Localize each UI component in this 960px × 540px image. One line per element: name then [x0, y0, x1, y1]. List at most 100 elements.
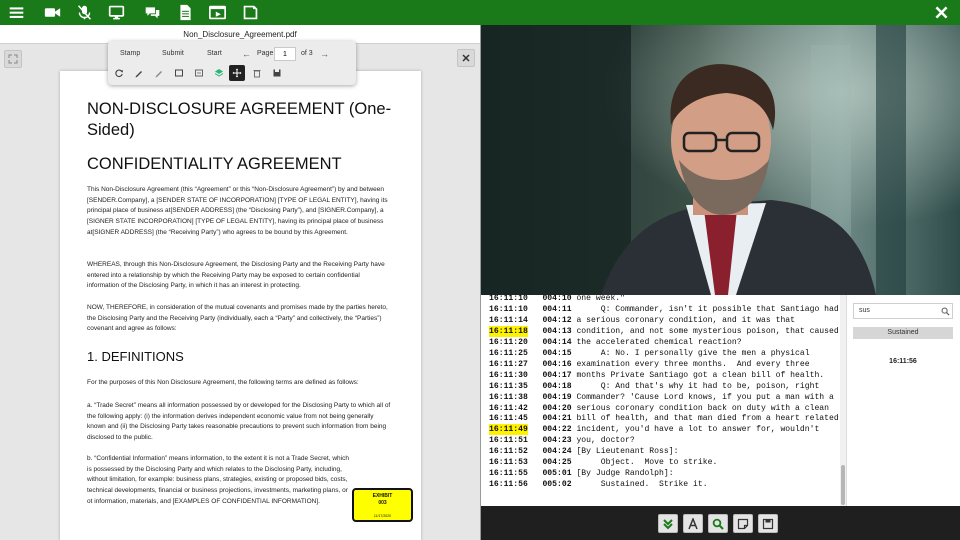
transcript-row[interactable]: 16:11:53 004:25 Object. Move to strike.: [489, 457, 717, 468]
transcript-timestamp[interactable]: 16:11:14: [489, 315, 528, 326]
expand-button[interactable]: [4, 50, 22, 68]
text-size-button[interactable]: [683, 514, 703, 533]
exhibit-stamp[interactable]: EXHIBIT 003 11/17/2020: [352, 488, 413, 522]
transcript-row[interactable]: 16:11:20 004:14 the accelerated chemical…: [489, 337, 742, 348]
transcript-line-number: 004:10: [542, 295, 572, 303]
expand-icon: [8, 54, 18, 64]
video-camera-icon[interactable]: [43, 3, 62, 22]
transcript-row[interactable]: 16:11:42 004:20 serious coronary conditi…: [489, 403, 829, 414]
start-button[interactable]: Start: [207, 48, 222, 60]
menu-icon[interactable]: [7, 3, 26, 22]
transcript-timestamp[interactable]: 16:11:30: [489, 370, 528, 381]
document-viewer: Non_Disclosure_Agreement.pdf Stamp Submi…: [0, 25, 480, 540]
save-icon[interactable]: [269, 65, 285, 81]
save-button[interactable]: [758, 514, 778, 533]
refresh-icon[interactable]: [111, 65, 127, 81]
transcript-timestamp[interactable]: 16:11:25: [489, 348, 528, 359]
transcript-line-number: 004:22: [542, 425, 572, 435]
transcript-timestamp[interactable]: 16:11:56: [489, 479, 528, 490]
transcript-row[interactable]: 16:11:27 004:16 examination every three …: [489, 359, 810, 370]
transcript-text: [By Lieutenant Ross]:: [576, 447, 679, 457]
transcript-row[interactable]: 16:11:55 005:01 [By Judge Randolph]:: [489, 468, 674, 479]
top-toolbar: [0, 0, 960, 25]
video-player[interactable]: [481, 25, 960, 295]
transcript-row[interactable]: 16:11:18 004:13 condition, and not some …: [489, 325, 839, 337]
transcript-row[interactable]: 16:11:38 004:19 Commander? 'Cause Lord k…: [489, 392, 834, 403]
transcript-row[interactable]: 16:11:30 004:17 months Private Santiago …: [489, 370, 824, 381]
search-button[interactable]: [708, 514, 728, 533]
transcript-row[interactable]: 16:11:56 005:02 Sustained. Strike it.: [489, 479, 708, 490]
transcript-timestamp[interactable]: 16:11:27: [489, 359, 528, 370]
document-subtitle: CONFIDENTIALITY AGREEMENT: [87, 155, 342, 173]
transcript-line-number: 004:16: [542, 359, 572, 369]
page-number-input[interactable]: 1: [274, 47, 296, 61]
highlighter-icon[interactable]: [151, 65, 167, 81]
media-player-icon[interactable]: [208, 3, 227, 22]
chat-icon[interactable]: [143, 3, 162, 22]
transcript-timestamp[interactable]: 16:11:42: [489, 403, 528, 414]
transcript-row[interactable]: 16:11:25 004:15 A: No. I personally give…: [489, 348, 810, 359]
paragraph: b. “Confidential Information” means info…: [87, 455, 349, 505]
transcript-row[interactable]: 16:11:10 004:10 one week.": [489, 295, 625, 304]
search-result-tag[interactable]: Sustained: [853, 327, 953, 339]
transcript-timestamp[interactable]: 16:11:20: [489, 337, 528, 348]
transcript-text: Object. Move to strike.: [576, 458, 718, 468]
transcript-timestamp[interactable]: 16:11:49: [489, 424, 528, 436]
transcript-panel[interactable]: 16:11:10 004:10 one week." 16:11:10 004:1…: [481, 295, 841, 506]
close-icon: [462, 54, 470, 62]
transcript-row[interactable]: 16:11:52 004:24 [By Lieutenant Ross]:: [489, 446, 678, 457]
transcript-timestamp[interactable]: 16:11:45: [489, 413, 528, 424]
paragraph: For the purposes of this Non Disclosure …: [87, 379, 359, 386]
next-page-icon[interactable]: →: [320, 48, 329, 60]
transcript-timestamp[interactable]: 16:11:10: [489, 295, 528, 304]
transcript-text: you, doctor?: [576, 436, 635, 446]
mic-off-icon[interactable]: [75, 3, 94, 22]
transcript-timestamp[interactable]: 16:11:18: [489, 325, 528, 337]
move-icon[interactable]: [229, 65, 245, 81]
transcript-timestamp[interactable]: 16:11:35: [489, 381, 528, 392]
transcript-row[interactable]: 16:11:35 004:18 Q: And that's why it had…: [489, 381, 819, 392]
transcript-line-number: 004:13: [542, 326, 572, 336]
transcript-line-number: 004:18: [542, 381, 572, 391]
transcript-timestamp[interactable]: 16:11:52: [489, 446, 528, 457]
transcript-row[interactable]: 16:11:49 004:22 incident, you'd have a l…: [489, 424, 819, 436]
transcript-row[interactable]: 16:11:10 004:11 Q: Commander, isn't it p…: [489, 304, 839, 315]
witness-video-frame: [481, 25, 960, 295]
layers-icon[interactable]: [211, 65, 227, 81]
close-document-button[interactable]: [457, 49, 475, 67]
save-icon: [762, 518, 774, 529]
notes-icon[interactable]: [241, 3, 260, 22]
scroll-bottom-button[interactable]: [658, 514, 678, 533]
transcript-timestamp[interactable]: 16:11:38: [489, 392, 528, 403]
textbox-icon[interactable]: [191, 65, 207, 81]
transcript-timestamp[interactable]: 16:11:53: [489, 457, 528, 468]
page-label: Page: [257, 50, 274, 57]
transcript-text: the accelerated chemical reaction?: [576, 337, 742, 347]
submit-button[interactable]: Submit: [162, 48, 184, 60]
transcript-row[interactable]: 16:11:14 004:12 a serious coronary condi…: [489, 315, 795, 326]
prev-page-icon[interactable]: ←: [242, 48, 251, 60]
paragraph: This Non-Disclosure Agreement (this “Agr…: [87, 186, 388, 236]
search-input[interactable]: sus: [853, 303, 953, 319]
monitor-icon[interactable]: [107, 3, 126, 22]
transcript-scroll-thumb[interactable]: [841, 465, 845, 505]
transcript-timestamp[interactable]: 16:11:55: [489, 468, 528, 479]
trash-icon[interactable]: [249, 65, 265, 81]
document-icon[interactable]: [176, 3, 195, 22]
transcript-line-number: 004:17: [542, 370, 572, 380]
stamp-button[interactable]: Stamp: [120, 48, 140, 60]
search-icon[interactable]: [941, 307, 950, 316]
paragraph: a. “Trade Secret” means all information …: [87, 402, 391, 442]
exhibit-date: 11/17/2020: [373, 514, 392, 518]
rectangle-icon[interactable]: [171, 65, 187, 81]
pen-icon[interactable]: [131, 65, 147, 81]
transcript-row[interactable]: 16:11:51 004:23 you, doctor?: [489, 435, 635, 446]
close-icon[interactable]: [932, 3, 951, 22]
transcript-timestamp[interactable]: 16:11:10: [489, 304, 528, 315]
text-icon: [688, 517, 698, 529]
search-result-time[interactable]: 16:11:56: [853, 358, 953, 365]
transcript-row[interactable]: 16:11:45 004:21 bill of health, and that…: [489, 413, 839, 424]
transcript-timestamp[interactable]: 16:11:51: [489, 435, 528, 446]
transcript-line-number: 004:11: [542, 304, 572, 314]
note-button[interactable]: [733, 514, 753, 533]
